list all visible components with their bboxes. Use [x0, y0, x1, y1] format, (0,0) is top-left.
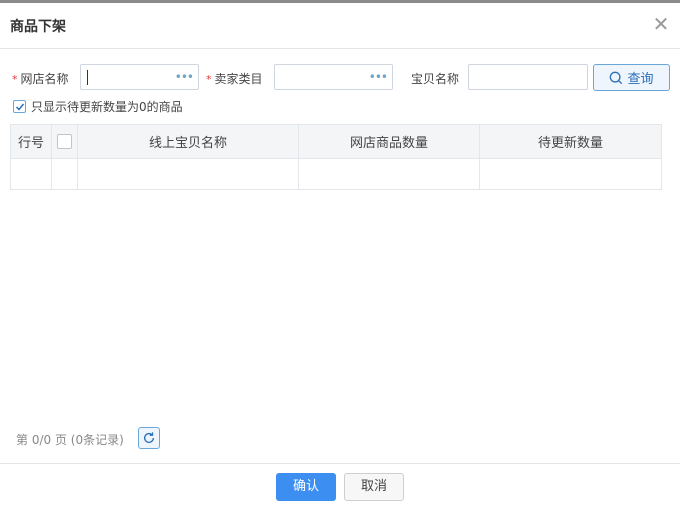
table-cell	[298, 158, 480, 190]
col-header-shop-quantity[interactable]: 网店商品数量	[298, 124, 480, 159]
seller-category-label: 卖家类目	[214, 72, 263, 86]
seller-category-field[interactable]: •••	[274, 64, 393, 90]
col-header-online-item-name[interactable]: 线上宝贝名称	[77, 124, 299, 159]
seller-category-label-wrap: * 卖家类目	[206, 70, 263, 87]
filter-checkbox[interactable]	[13, 100, 26, 113]
table-cell	[10, 158, 52, 190]
table-row	[10, 158, 662, 190]
table-cell	[51, 158, 78, 190]
table-cell	[77, 158, 299, 190]
table-header-row: 行号 线上宝贝名称 网店商品数量 待更新数量	[10, 124, 662, 159]
filter-label[interactable]: 只显示待更新数量为0的商品	[31, 98, 183, 115]
item-name-label: 宝贝名称	[411, 72, 460, 86]
required-mark: *	[12, 73, 18, 86]
table-cell	[479, 158, 662, 190]
shop-label-wrap: * 网店名称	[12, 70, 69, 87]
check-icon	[15, 103, 25, 111]
product-table: 行号 线上宝贝名称 网店商品数量 待更新数量	[10, 124, 662, 190]
refresh-button[interactable]	[138, 427, 160, 449]
text-cursor	[87, 70, 88, 85]
cancel-button[interactable]: 取消	[344, 473, 404, 501]
dialog-header: 商品下架 ✕	[0, 3, 680, 49]
shop-field[interactable]: •••	[80, 64, 199, 90]
search-button-label: 查询	[627, 72, 654, 87]
item-name-field[interactable]	[468, 64, 588, 90]
close-icon[interactable]: ✕	[652, 14, 670, 34]
required-mark: *	[206, 73, 212, 86]
dialog-title: 商品下架	[10, 19, 66, 35]
shop-label: 网店名称	[20, 72, 69, 86]
search-button[interactable]: 查询	[593, 64, 670, 91]
col-header-pending-quantity[interactable]: 待更新数量	[479, 124, 662, 159]
col-header-select[interactable]	[51, 124, 78, 159]
item-name-input[interactable]	[469, 65, 587, 89]
lookup-icon[interactable]: •••	[175, 70, 194, 84]
search-icon	[610, 71, 623, 84]
filter-row: 只显示待更新数量为0的商品	[13, 98, 183, 115]
confirm-button[interactable]: 确认	[276, 473, 336, 501]
col-header-row-number: 行号	[10, 124, 52, 159]
select-all-checkbox[interactable]	[57, 134, 72, 149]
pager-info: 第 0/0 页 (0条记录)	[16, 433, 124, 447]
dialog-footer: 确认 取消	[0, 463, 680, 512]
lookup-icon[interactable]: •••	[369, 70, 388, 84]
refresh-icon	[143, 432, 155, 443]
